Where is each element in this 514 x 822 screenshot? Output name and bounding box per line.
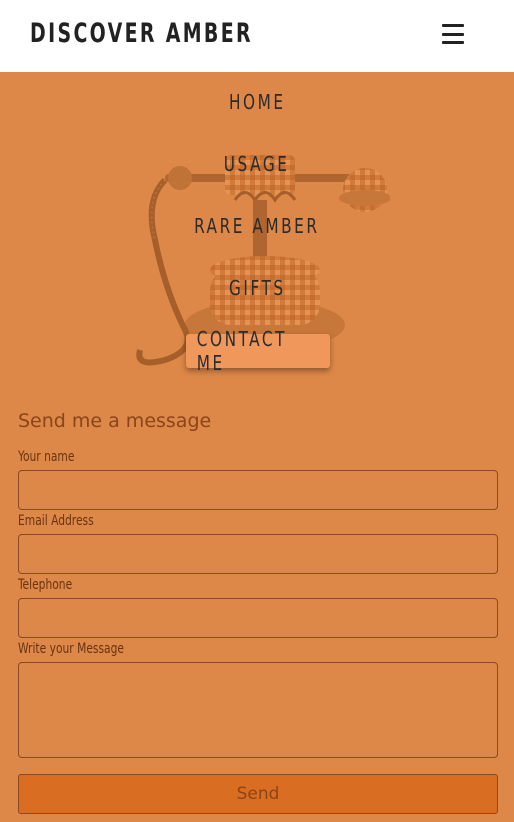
email-label: Email Address (18, 513, 94, 529)
top-bar: DISCOVER AMBER (0, 0, 514, 72)
nav-item-contact-me[interactable]: CONTACT ME (186, 327, 330, 375)
nav-item-rare-amber[interactable]: RARE AMBER (0, 214, 514, 238)
nav-item-label: HOME (228, 90, 286, 114)
message-label: Write your Message (18, 641, 125, 657)
nav-item-usage[interactable]: USAGE (0, 152, 514, 176)
telephone-label: Telephone (18, 577, 73, 593)
hamburger-menu-icon[interactable] (442, 24, 464, 44)
email-input[interactable] (18, 534, 498, 574)
nav-item-label: GIFTS (228, 276, 286, 300)
nav-item-gifts[interactable]: GIFTS (0, 276, 514, 300)
nav-item-label: CONTACT ME (196, 327, 288, 375)
hamburger-line (442, 24, 464, 27)
hamburger-line (442, 41, 464, 44)
nav-item-label: RARE AMBER (194, 214, 320, 238)
nav-item-label: USAGE (224, 152, 290, 176)
brand-title[interactable]: DISCOVER AMBER (30, 18, 253, 49)
form-title: Send me a message (18, 410, 212, 432)
name-input[interactable] (18, 470, 498, 510)
telephone-input[interactable] (18, 598, 498, 638)
message-textarea[interactable] (18, 662, 498, 758)
nav-item-home[interactable]: HOME (0, 90, 514, 114)
name-label: Your name (18, 449, 75, 465)
hamburger-line (442, 32, 464, 36)
send-button[interactable]: Send (18, 774, 498, 814)
